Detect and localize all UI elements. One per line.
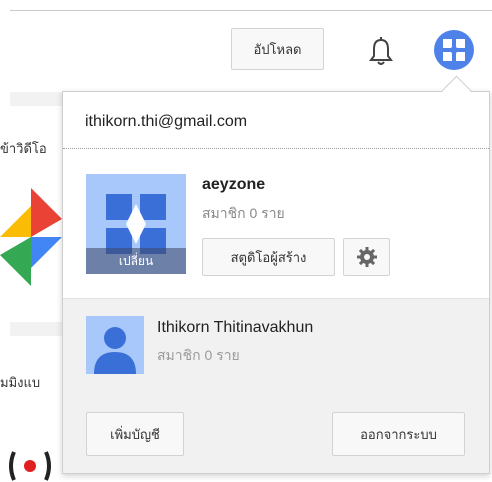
account-avatar-button[interactable] (434, 30, 474, 70)
sign-out-button[interactable]: ออกจากระบบ (332, 412, 465, 456)
other-account-row[interactable]: Ithikorn Thitinavakhun สมาชิก 0 ราย (63, 298, 489, 376)
person-avatar-icon (86, 316, 144, 374)
photos-logo-icon (0, 188, 62, 286)
other-account-subscribers: สมาชิก 0 ราย (157, 347, 240, 363)
channel-thumbnail[interactable]: เปลี่ยน (86, 174, 186, 274)
channel-subscribers: สมาชิก 0 ราย (202, 205, 285, 221)
channel-avatar-icon (441, 37, 467, 63)
creator-studio-button[interactable]: สตูดิโอผู้สร้าง (202, 238, 335, 276)
account-popup: ithikorn.thi@gmail.com เปลี่ยน aeyzone ส… (62, 91, 490, 474)
settings-button[interactable] (343, 238, 390, 276)
background-strip (10, 322, 62, 336)
change-thumbnail-button[interactable]: เปลี่ยน (86, 248, 186, 274)
channel-name: aeyzone (202, 176, 266, 193)
background-strip (10, 92, 62, 106)
add-account-button[interactable]: เพิ่มบัญชี (86, 412, 184, 456)
account-email: ithikorn.thi@gmail.com (85, 113, 248, 130)
dotted-divider (63, 148, 489, 149)
top-divider (10, 10, 492, 11)
notifications-bell-icon[interactable] (368, 36, 394, 66)
background-snippet: มมิงแบ (0, 375, 41, 390)
other-account-name: Ithikorn Thitinavakhun (157, 319, 314, 336)
background-snippet: ข้าวิดีโอ (0, 141, 47, 156)
gear-icon (356, 247, 377, 267)
popup-footer: เพิ่มบัญชี ออกจากระบบ (63, 375, 489, 473)
live-icon (0, 432, 62, 482)
upload-button[interactable]: อัปโหลด (231, 28, 324, 70)
